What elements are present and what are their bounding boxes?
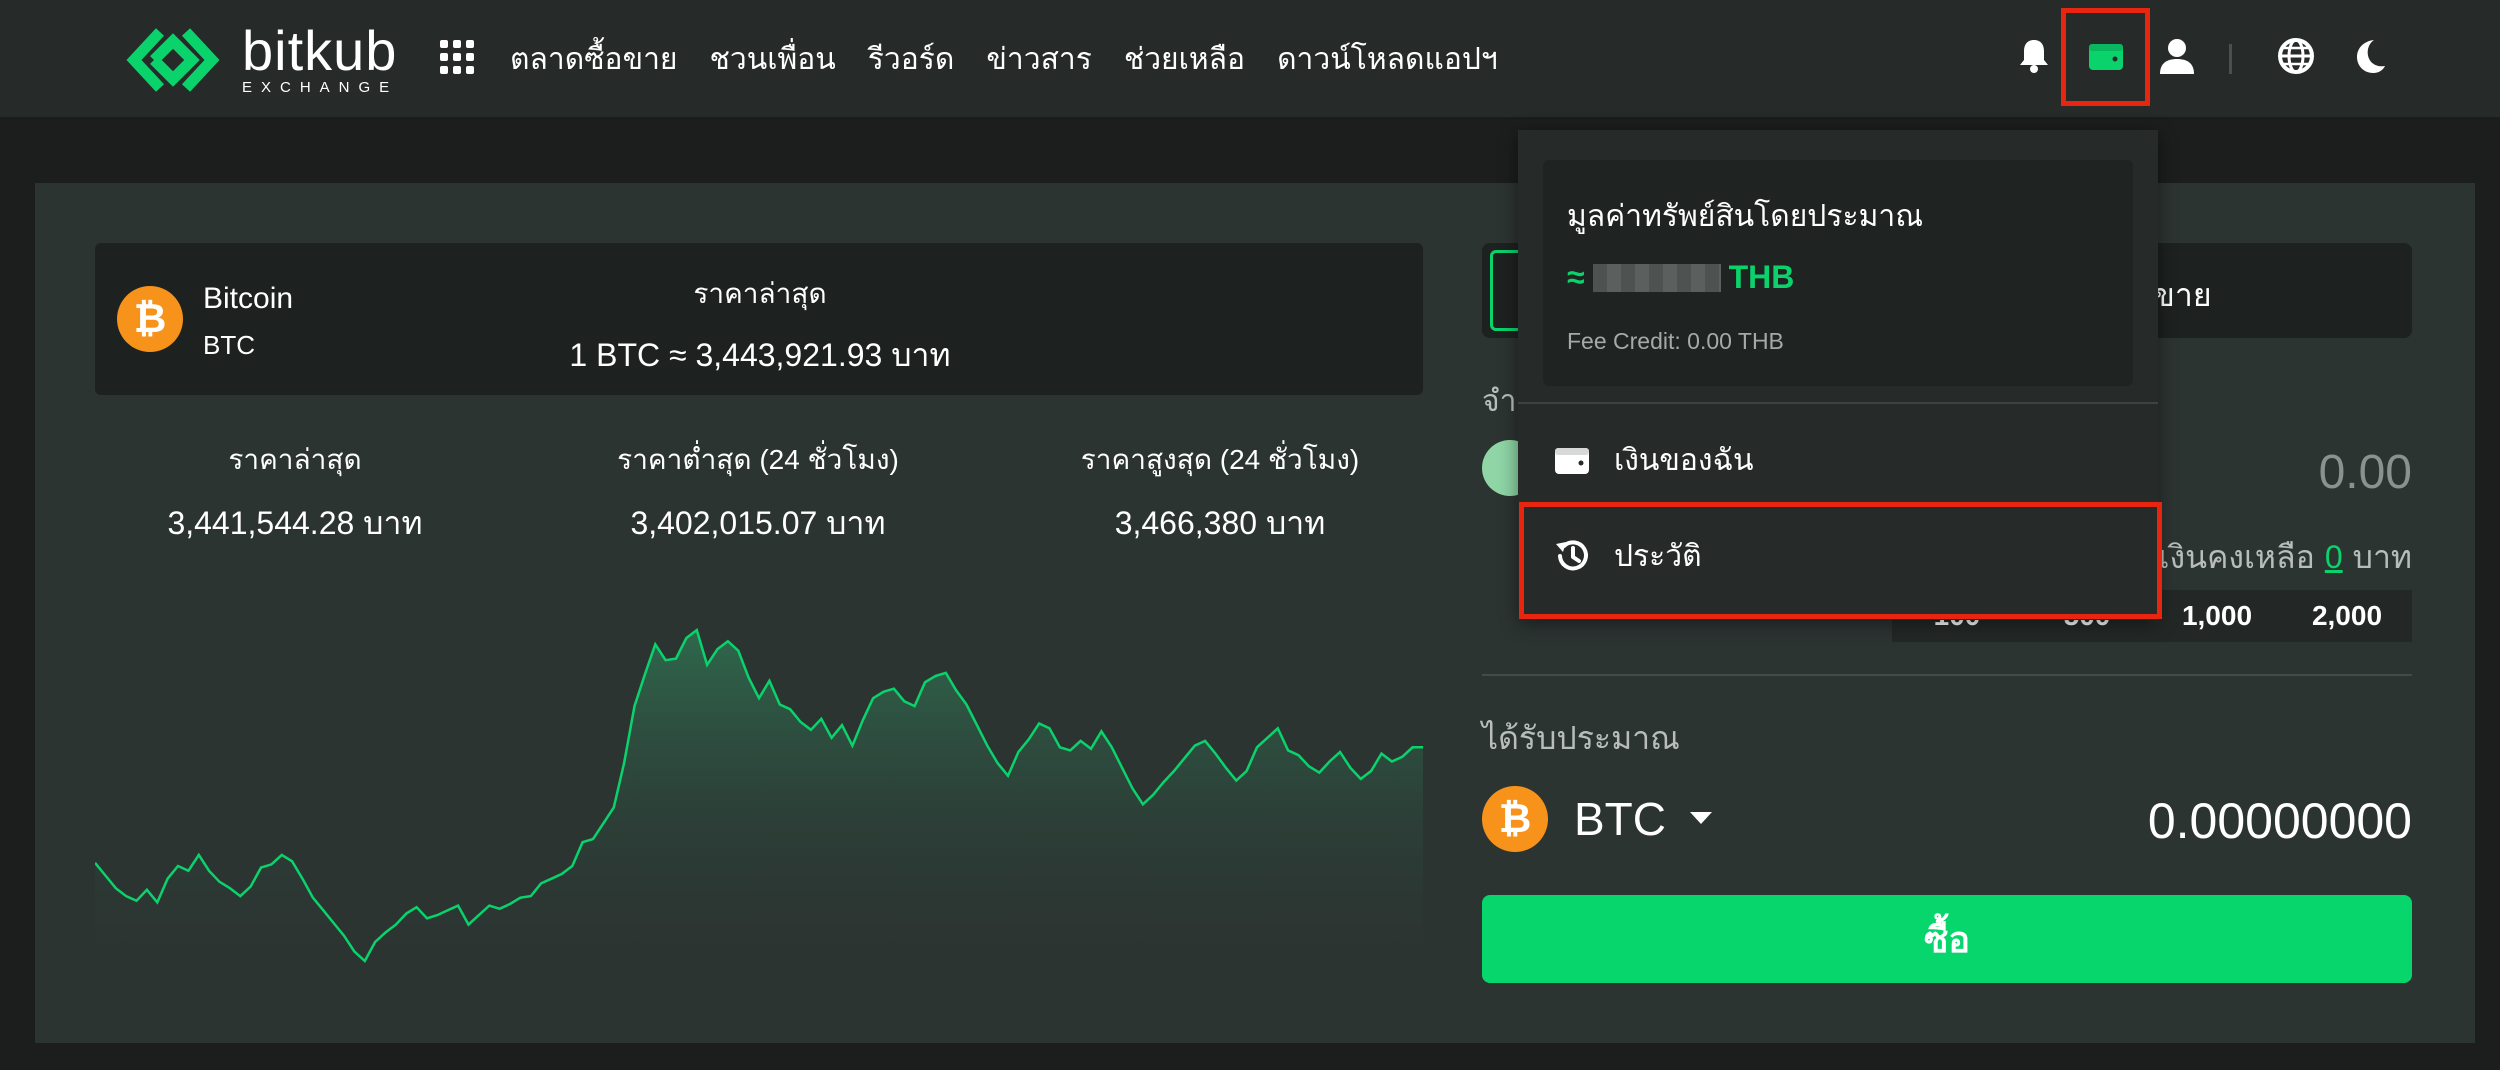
receive-coin-select[interactable]: BTC [1574,792,1666,846]
buy-button[interactable]: ซื้อ [1482,895,2412,983]
logo-text: bitkub EXCHANGE [242,18,399,96]
receive-value: 0.00000000 [2147,793,2412,849]
bitkub-logo-mark [126,28,220,92]
chevron-down-icon[interactable] [1690,812,1712,824]
asset-currency: THB [1728,259,1795,295]
wallet-highlight-box [2061,8,2150,106]
fee-credit: Fee Credit: 0.00 THB [1567,328,1784,354]
logo-subtitle: EXCHANGE [242,78,399,96]
bitcoin-icon: ₿ [1482,786,1548,852]
asset-value-amount: ≈ THB [1567,259,1794,296]
quick-amount-2000[interactable]: 2,000 [2282,600,2412,632]
stat-high-value: 3,466,380 บาท [1114,505,1326,541]
approx-symbol: ≈ [1567,259,1585,295]
dropdown-item-label: เงินของฉัน [1614,443,1754,477]
dropdown-separator [1518,402,2158,404]
masked-amount [1592,263,1721,292]
sell-tab[interactable]: ขาย [2153,270,2212,321]
stat-low-label: ราคาต่ำสุด (24 ชั่วโมง) [617,444,899,475]
coin-symbol: BTC [203,330,255,360]
price-chart [95,628,1423,980]
nav-help[interactable]: ช่วยเหลือ [1124,36,1245,83]
quick-amount-1000[interactable]: 1,000 [2152,600,2282,632]
stat-last-value: 3,441,544.28 บาท [167,505,423,541]
nav-download-app[interactable]: ดาวน์โหลดแอปฯ [1277,36,1498,83]
amount-label: จำ [1482,385,1517,418]
last-price-line: 1 BTC ≈ 3,443,921.93 บาท [569,337,951,373]
balance-row: เงินคงเหลือ 0 บาท [2159,532,2413,583]
user-icon[interactable] [2157,36,2197,76]
nav-news[interactable]: ข่าวสาร [986,36,1091,83]
balance-value-link[interactable]: 0 [2325,539,2343,575]
balance-unit: บาท [2352,539,2412,575]
nav-rewards[interactable]: รีวอร์ด [868,36,955,83]
balance-label: เงินคงเหลือ [2158,539,2315,575]
stat-high-label: ราคาสูงสุด (24 ชั่วโมง) [1080,444,1360,475]
nav-invite-friends[interactable]: ชวนเพื่อน [710,36,836,83]
logo-name: bitkub [242,18,398,82]
last-price-label: ราคาล่าสุด [693,278,827,309]
chart-area [95,630,1423,980]
apps-icon[interactable] [440,40,474,74]
globe-icon[interactable] [2276,36,2316,76]
stat-low-value: 3,402,015.07 บาท [630,505,886,541]
receive-label: ได้รับประมาณ [1482,720,1680,756]
main-nav: ตลาดซื้อขาย ชวนเพื่อน รีวอร์ด ข่าวสาร ช่… [510,36,1530,83]
wallet-icon [1555,448,1589,474]
dropdown-item-my-wallet[interactable]: เงินของฉัน [1518,414,2158,506]
asset-value-title: มูลค่าทรัพย์สินโดยประมาณ [1567,200,1924,233]
amount-input[interactable]: 0.00 [2319,445,2412,500]
history-highlight-box [1519,502,2162,619]
bitcoin-icon: ₿ [117,286,183,352]
bitkub-logo[interactable]: bitkub EXCHANGE [118,20,398,100]
nav-market[interactable]: ตลาดซื้อขาย [510,36,678,83]
panel-separator [1482,674,2412,676]
coin-name: Bitcoin [203,282,294,315]
stat-last-label: ราคาล่าสุด [228,444,362,475]
nav-divider [2229,44,2232,74]
moon-icon[interactable] [2350,36,2390,76]
bell-icon[interactable] [2014,36,2054,76]
